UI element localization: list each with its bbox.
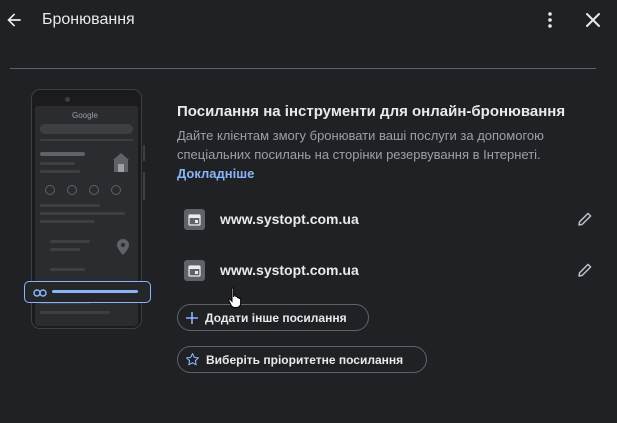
description-text: Дайте клієнтам змогу бронювати ваші посл… — [177, 128, 544, 162]
illustration-google-logo: Google — [72, 111, 98, 120]
illustration-line — [40, 220, 95, 223]
illustration-action-icon — [45, 185, 55, 195]
illustration-line — [50, 248, 80, 251]
arrow-back-icon — [7, 13, 21, 27]
illustration-line — [40, 212, 125, 215]
link-icon — [33, 286, 47, 298]
illustration-line — [40, 162, 75, 165]
page-title: Бронювання — [42, 11, 135, 28]
illustration-line — [40, 204, 100, 207]
plus-icon — [186, 311, 198, 324]
calendar-icon — [184, 260, 205, 281]
header-divider — [10, 68, 596, 69]
back-button[interactable] — [2, 8, 26, 32]
illustration-line — [40, 152, 85, 156]
illustration-action-icon — [111, 185, 121, 195]
illustration-line — [40, 311, 110, 314]
booking-link-url: www.systopt.com.ua — [220, 211, 359, 227]
illustration-action-icon — [67, 185, 77, 195]
edit-link-button[interactable] — [574, 259, 596, 281]
phone-side-button — [143, 145, 145, 161]
illustration-line — [40, 170, 80, 173]
edit-pencil-icon — [578, 212, 592, 226]
illustration-search-bar — [40, 124, 133, 134]
phone-camera — [65, 97, 70, 102]
edit-link-button[interactable] — [574, 208, 596, 230]
map-pin-icon — [117, 239, 129, 255]
store-icon — [111, 152, 131, 174]
close-button[interactable] — [581, 8, 605, 32]
more-vert-icon — [548, 12, 552, 28]
add-link-button[interactable]: Додати інше посилання — [177, 304, 369, 331]
illustration-line — [50, 240, 90, 243]
illustration-link-line — [52, 290, 138, 293]
calendar-icon — [184, 209, 205, 230]
hand-pointer-cursor-icon — [228, 287, 244, 309]
edit-pencil-icon — [578, 263, 592, 277]
section-heading: Посилання на інструменти для онлайн-брон… — [177, 103, 566, 120]
add-link-label: Додати інше посилання — [205, 310, 347, 325]
phone-side-button — [143, 172, 145, 200]
more-options-button[interactable] — [539, 8, 561, 32]
choose-priority-label: Виберіть пріоритетне посилання — [206, 352, 404, 367]
star-icon — [186, 353, 199, 366]
illustration-tabs — [40, 139, 133, 141]
learn-more-link[interactable]: Докладніше — [177, 166, 254, 181]
section-description: Дайте клієнтам змогу бронювати ваші посл… — [177, 126, 597, 183]
choose-priority-link-button[interactable]: Виберіть пріоритетне посилання — [177, 346, 427, 373]
illustration-line — [50, 268, 85, 271]
booking-link-url: www.systopt.com.ua — [220, 262, 359, 278]
close-icon — [586, 13, 600, 27]
illustration-action-icon — [89, 185, 99, 195]
